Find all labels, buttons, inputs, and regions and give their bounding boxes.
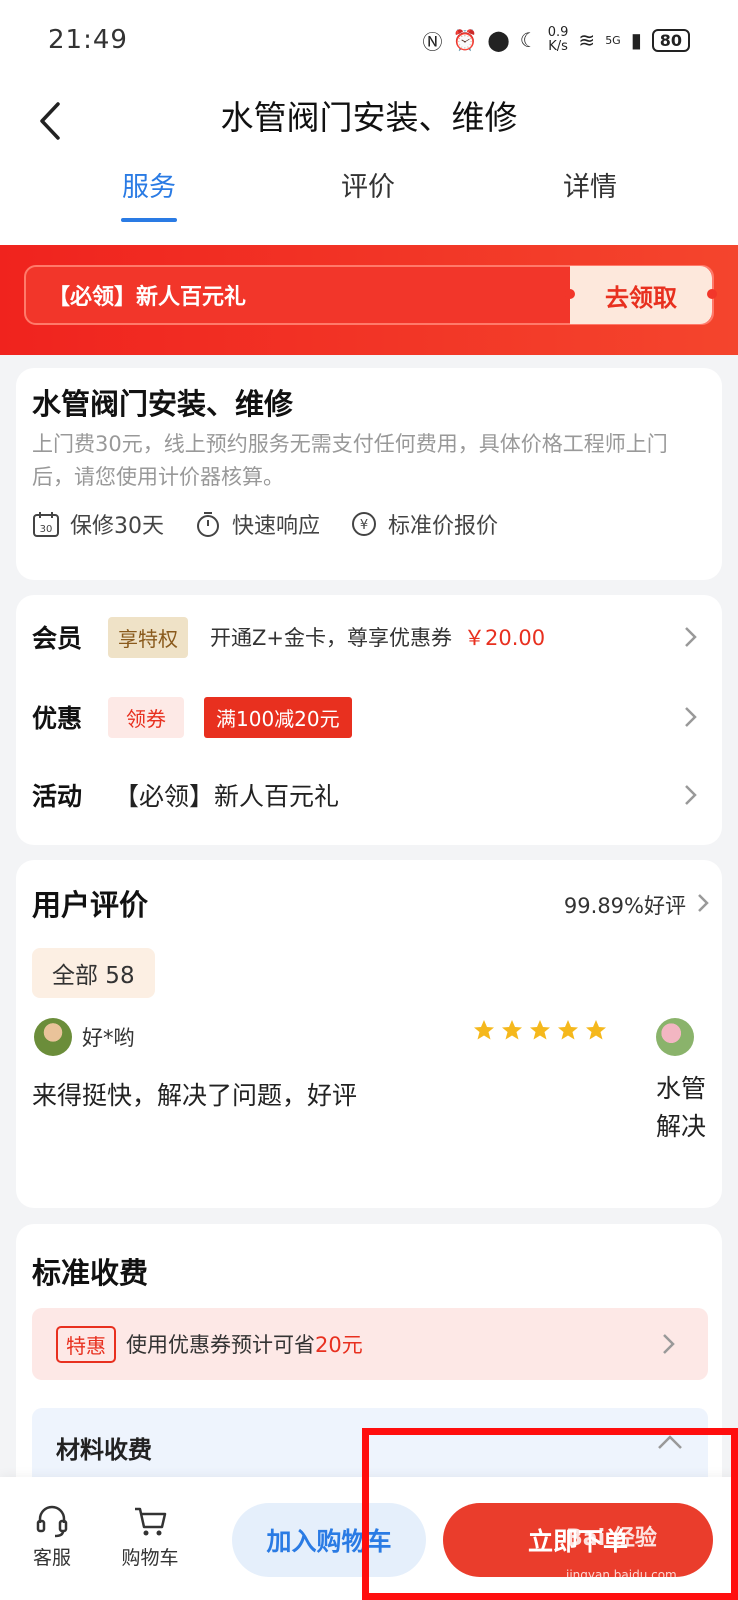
member-price: ￥20.00 (463, 626, 546, 650)
fees-title: 标准收费 (32, 1256, 149, 1290)
promo-text: 【必领】新人百元礼 (48, 285, 247, 310)
discount-label: 优惠 (32, 704, 83, 733)
saving-text: 使用优惠券预计可省 (126, 1333, 315, 1357)
discount-row[interactable]: 优惠 领券 满100减20元 (32, 687, 706, 747)
star-icon (586, 1020, 606, 1040)
coupon-saving-row[interactable]: 特惠 使用优惠券预计可省 20元 (32, 1308, 708, 1380)
promo-coupon[interactable]: 【必领】新人百元礼 去领取 (24, 265, 717, 325)
service-tag-price: ¥ 标准价报价 (350, 508, 498, 540)
star-icon (530, 1020, 550, 1040)
network-label: 5G (605, 33, 621, 47)
tab-service[interactable]: 服务 (79, 168, 219, 208)
yen-icon: ¥ (352, 512, 377, 536)
baidu-watermark-url: jingyan.baidu.com (566, 1568, 677, 1582)
cart-label: 购物车 (121, 1547, 179, 1569)
tab-active-indicator (121, 218, 177, 222)
status-bar: 21:49 Ⓝ ⏰ ⬤ ☾ 0.9 K/s ≋ 5G ▮ 80 (0, 0, 738, 80)
saving-amount: 20元 (315, 1333, 363, 1357)
status-time: 21:49 (48, 25, 128, 55)
battery-indicator: 80 (651, 28, 690, 52)
status-icons: Ⓝ ⏰ ⬤ ☾ 0.9 K/s ≋ 5G ▮ 80 (422, 25, 690, 55)
svg-text:30: 30 (40, 524, 53, 535)
chevron-right-icon (685, 785, 697, 805)
service-tag-warranty: 30 保修30天 (32, 508, 164, 540)
service-card: 水管阀门安装、维修 上门费30元，线上预约服务无需支付任何费用，具体价格工程师上… (16, 368, 722, 580)
chevron-right-icon (663, 1334, 675, 1354)
service-tags: 30 保修30天 快速响应 ¥ 标准价报价 (32, 508, 498, 540)
nfc-icon: Ⓝ (422, 29, 443, 54)
service-tag-fast: 快速响应 (194, 508, 320, 540)
service-title: 水管阀门安装、维修 (32, 387, 294, 421)
tab-details[interactable]: 详情 (520, 168, 660, 208)
chevron-right-icon (685, 627, 697, 647)
service-description: 上门费30元，线上预约服务无需支付任何费用，具体价格工程师上门后，请您使用计价器… (32, 432, 668, 489)
customer-service-label: 客服 (32, 1547, 71, 1569)
location-icon: ⬤ (487, 28, 510, 52)
chevron-right-icon[interactable] (694, 892, 712, 914)
materials-title: 材料收费 (56, 1436, 152, 1464)
net-speed: 0.9 K/s (547, 25, 569, 54)
customer-service-button[interactable]: 客服 (12, 1503, 92, 1570)
claim-button[interactable]: 去领取 (565, 266, 717, 324)
reviewer-name: 好*哟 (82, 1026, 135, 1050)
alarm-icon: ⏰ (452, 28, 478, 52)
signal-icon: ▮ (630, 28, 642, 52)
reviews-card: 用户评价 99.89%好评 全部 58 好*哟 来得挺快，解决了问题，好评 水管… (16, 860, 722, 1208)
chevron-right-icon (685, 707, 697, 727)
member-row[interactable]: 会员 享特权 开通Z+金卡，尊享优惠券 ￥20.00 (32, 607, 706, 667)
svg-text:¥: ¥ (360, 518, 368, 533)
header: 水管阀门安装、维修 服务 评价 详情 (0, 80, 738, 245)
activity-row[interactable]: 活动 【必领】新人百元礼 (32, 765, 706, 825)
calendar-icon: 30 (33, 512, 59, 537)
member-text: 开通Z+金卡，尊享优惠券 (210, 626, 452, 650)
star-icon (474, 1020, 494, 1040)
star-icon (558, 1020, 578, 1040)
promo-banner: 【必领】新人百元礼 去领取 (0, 245, 738, 355)
wifi-icon: ≋ (578, 28, 596, 52)
tab-bar: 服务 评价 详情 (0, 168, 738, 238)
avatar (34, 1018, 72, 1056)
coupon-tag: 满100减20元 (204, 696, 352, 738)
get-coupon-button[interactable]: 领券 (108, 696, 184, 738)
special-badge: 特惠 (56, 1325, 116, 1363)
activity-text: 【必领】新人百元礼 (114, 782, 340, 811)
reviews-rate[interactable]: 99.89%好评 (564, 890, 686, 920)
vip-badge: 享特权 (108, 616, 188, 658)
moon-icon: ☾ (519, 28, 538, 52)
member-label: 会员 (32, 624, 83, 653)
page-title: 水管阀门安装、维修 (220, 98, 518, 137)
highlight-annotation (362, 1428, 738, 1600)
rating-stars (472, 1018, 608, 1042)
activity-label: 活动 (32, 782, 83, 811)
reviews-title: 用户评价 (32, 888, 149, 922)
headset-icon (36, 1505, 68, 1538)
review-filter-all[interactable]: 全部 58 (32, 948, 155, 998)
cart-button[interactable]: 购物车 (110, 1503, 190, 1570)
stopwatch-icon (197, 512, 219, 537)
tab-reviews[interactable]: 评价 (298, 168, 438, 208)
star-icon (502, 1020, 522, 1040)
review-text: 水管 解决 (656, 1074, 707, 1141)
baidu-watermark: Bai 经验 (566, 1526, 657, 1551)
perks-card: 会员 享特权 开通Z+金卡，尊享优惠券 ￥20.00 优惠 领券 满100减20… (16, 595, 722, 845)
avatar (656, 1018, 694, 1056)
review-text: 来得挺快，解决了问题，好评 (32, 1081, 358, 1110)
cart-icon (135, 1507, 167, 1536)
